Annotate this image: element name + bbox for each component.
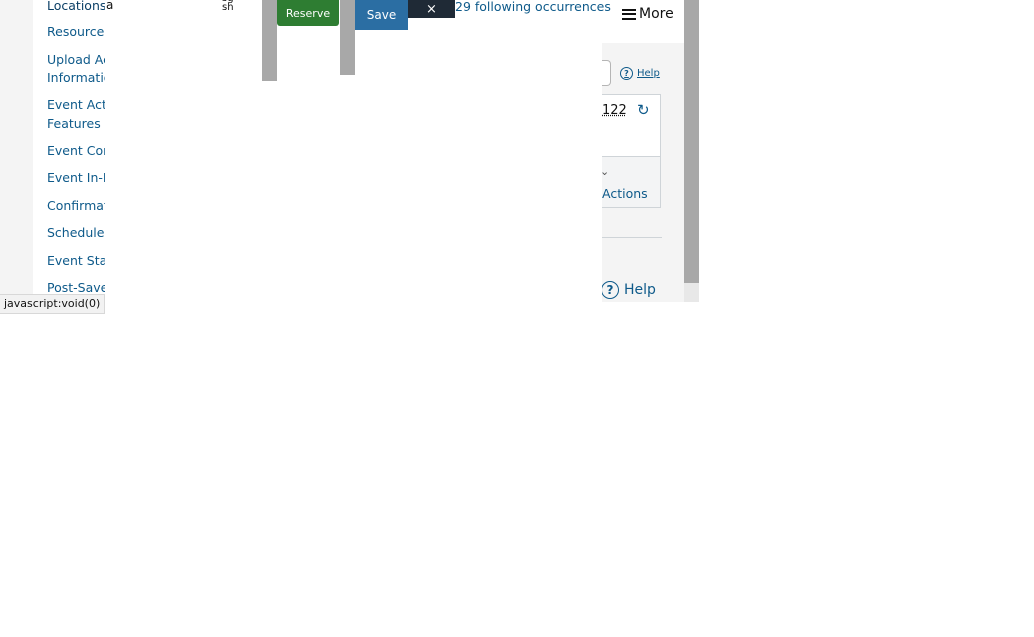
more-label: More [639,6,674,22]
hamburger-icon [622,8,636,20]
help-label: Help [624,282,656,298]
sidebar-nav: Locations Resources Upload Ac Informatio… [33,0,113,302]
help-label: Help [637,68,660,79]
help-icon: ? [620,67,633,80]
placeholder-bar [340,0,355,75]
following-occurrences-link[interactable]: 29 following occurrences [455,0,611,14]
refresh-icon[interactable]: ↻ [637,101,650,119]
reference-number[interactable]: 122 [602,103,627,118]
help-link-footer[interactable]: ? Help [601,281,656,299]
divider [602,237,662,238]
status-bar-url: javascript:void(0) [0,294,106,314]
save-button[interactable]: Save [355,0,408,30]
help-icon: ? [601,281,619,299]
more-menu-button[interactable]: More [622,6,674,22]
placeholder-bar [262,0,277,81]
clipped-text: sg sh [222,0,234,13]
reserve-button[interactable]: Reserve [277,0,339,26]
help-link[interactable]: ? Help [620,67,660,80]
scrollbar-thumb[interactable] [684,0,699,283]
close-icon[interactable]: × [408,0,455,18]
clipped-text: a [106,0,114,12]
actions-button[interactable]: Actions [602,186,648,201]
search-input[interactable] [602,60,611,86]
